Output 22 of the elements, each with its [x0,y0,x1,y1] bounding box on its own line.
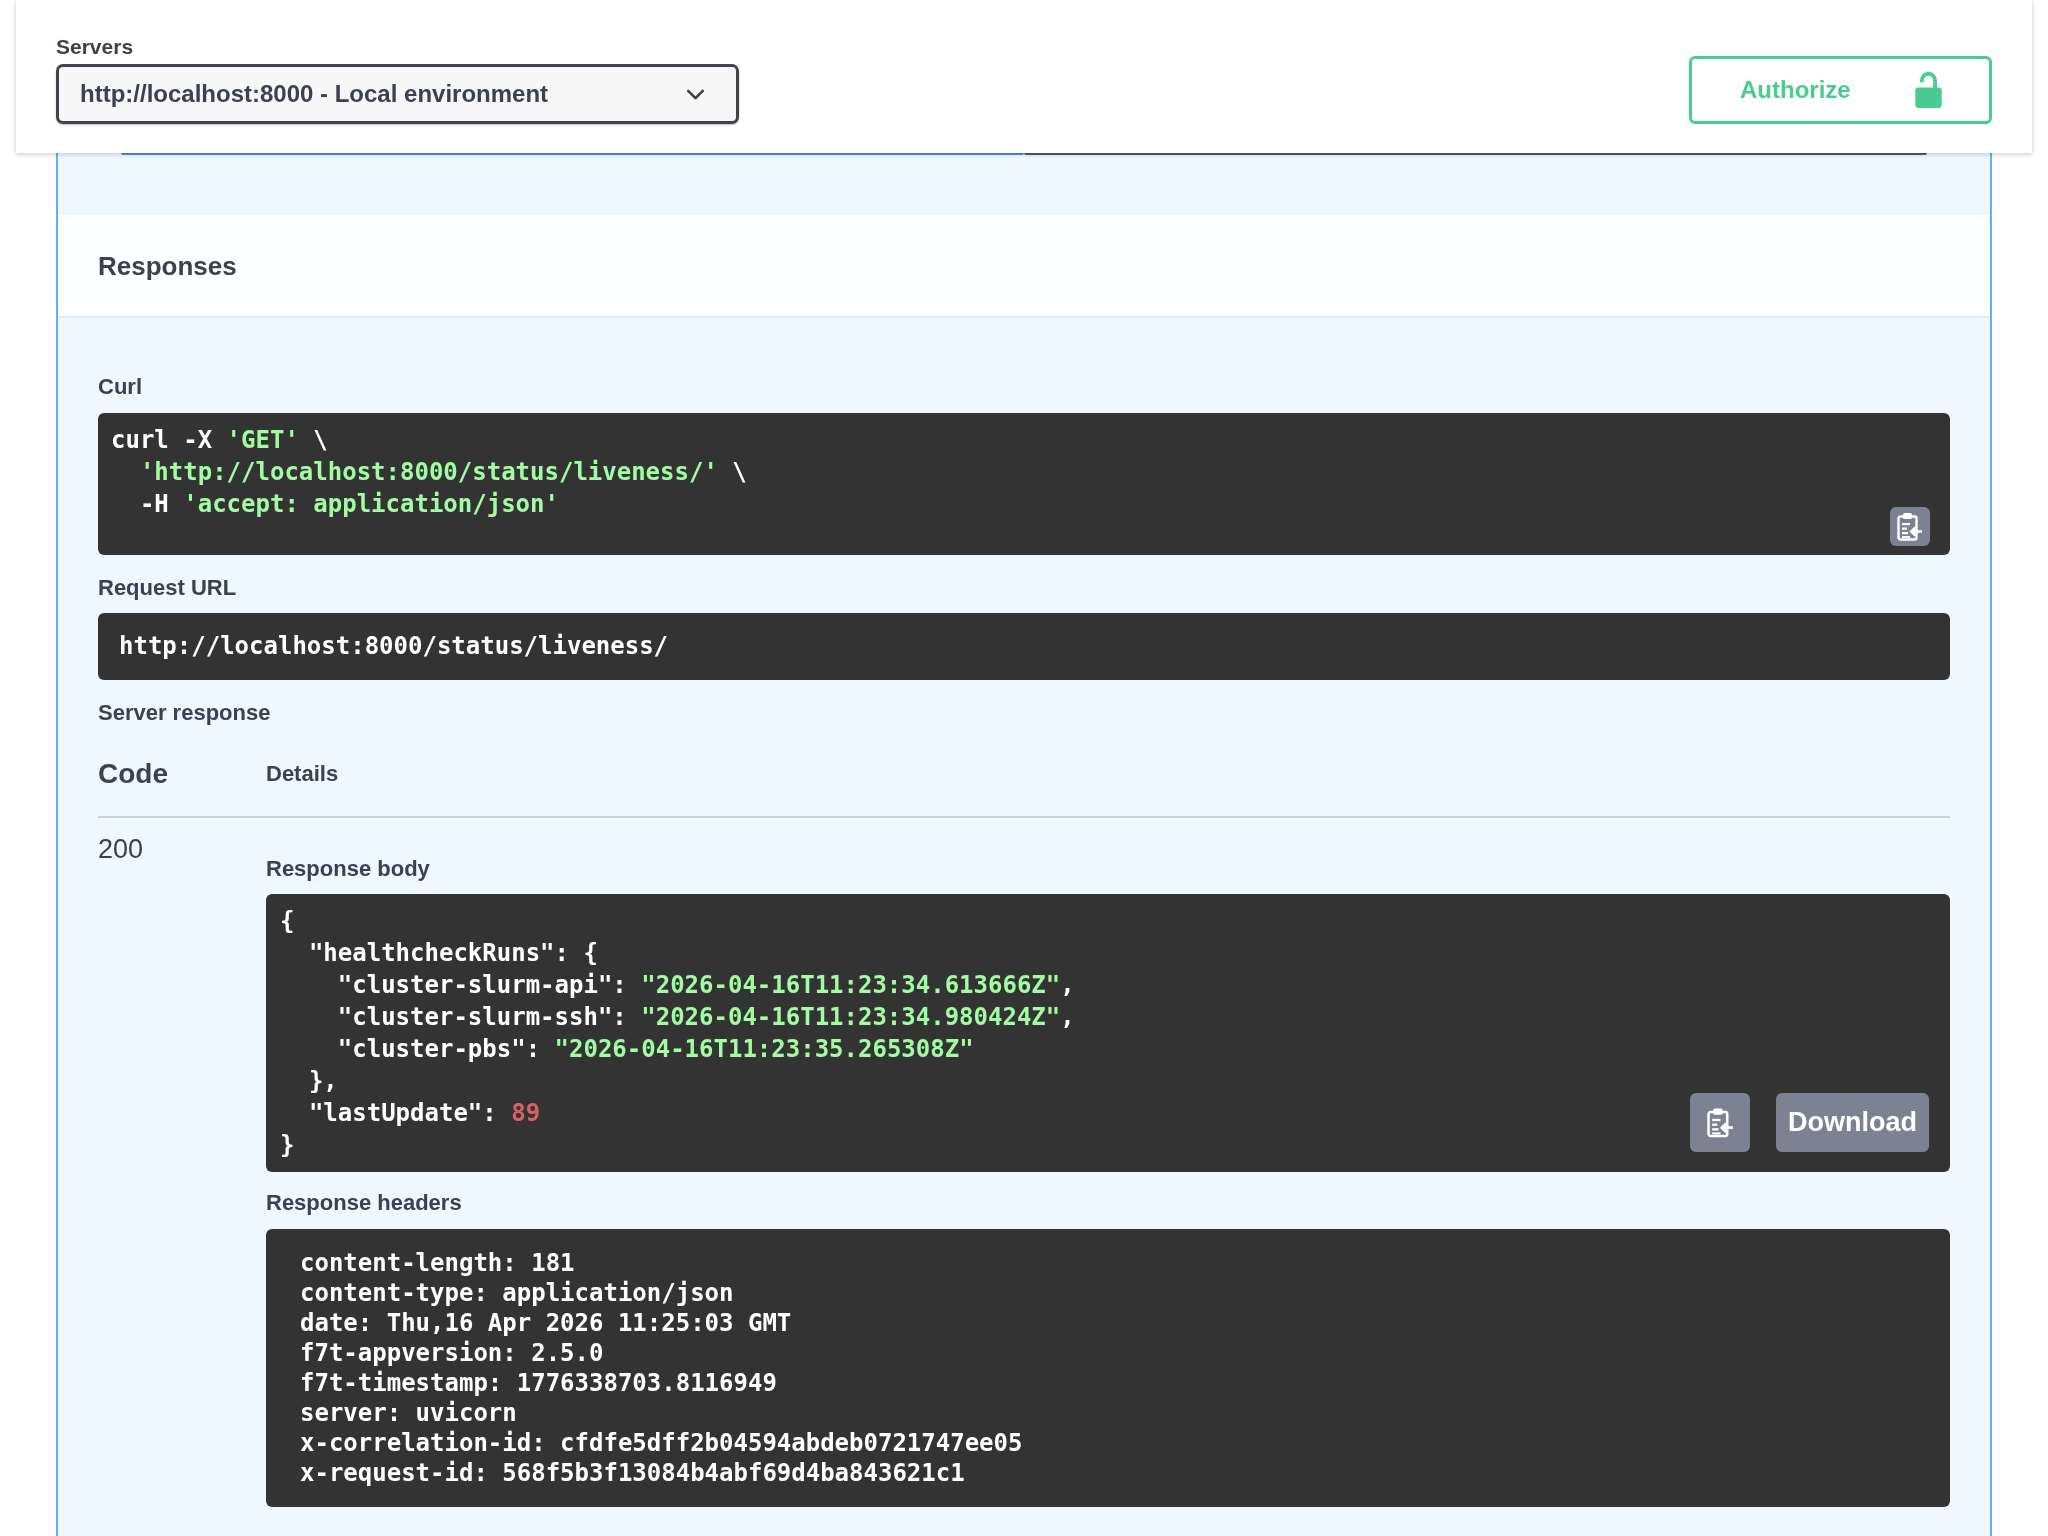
response-headers-text: content-length: 181 content-type: application/json date: Thu,16 Apr 2026 11:25:03 GMT f7t-appversion: 2.5.0 f7t-timestamp: 1776338703.8116949 server: uvicorn x-correlation-id: cfdfe5dff2b04594abdeb0721747ee05 x-request-id: 568f5b3f13084b4abf69d4ba843621c1 [300,1248,1023,1488]
response-body-label: Response body [266,856,430,882]
status-code: 200 [98,833,144,865]
response-headers-label: Response headers [266,1190,462,1216]
servers-label: Servers [56,35,134,59]
server-select[interactable]: http://localhost:8000 - Local environment [56,64,739,124]
clipboard-icon [1706,1107,1734,1138]
download-button[interactable]: Download [1776,1093,1929,1152]
column-header: Details [266,761,339,787]
copy-button[interactable] [1690,1093,1750,1152]
response-body-code: { "healthcheckRuns": { "cluster-slurm-api": "2026-04-16T11:23:34.613666Z", "cluster-slurm-ssh": "2026-04-16T11:23:34.980424Z", "cluster-pbs": "2026-04-16T11:23:35.265308Z" }, "lastUpdate": 89 } [280,906,1075,1161]
curl-command: curl -X 'GET' \ 'http://localhost:8000/status/liveness/' \ -H 'accept: application/json' [111,425,747,520]
request-url-text: http://localhost:8000/status/liveness/ [119,631,669,662]
chevron-down-icon [686,88,705,100]
copy-button[interactable] [1890,507,1930,546]
clipboard-icon [1897,512,1923,541]
request-url-label: Request URL [98,575,237,601]
responses-title: Responses [98,250,237,281]
curl-label: Curl [98,374,142,400]
authorize-button[interactable]: Authorize [1689,56,1992,124]
server-response-label: Server response [98,700,271,726]
column-header: Code [98,758,168,790]
